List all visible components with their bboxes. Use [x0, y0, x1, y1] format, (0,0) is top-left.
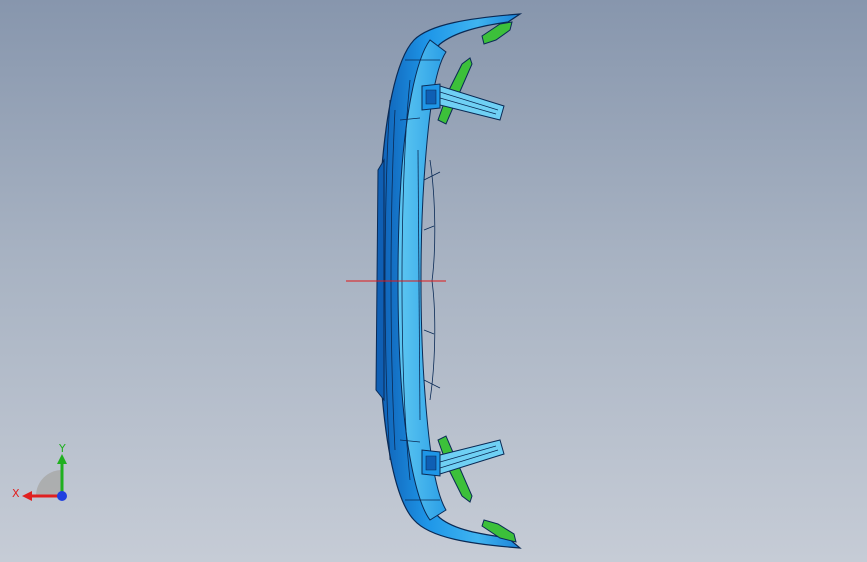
- x-axis-arrowhead: [22, 491, 32, 501]
- coordinate-triad-icon: Y X: [12, 442, 67, 501]
- bumper-lower-lip: [375, 158, 385, 402]
- graphics-viewport[interactable]: Y X: [0, 0, 867, 562]
- y-axis-label: Y: [58, 442, 66, 455]
- bumper-model[interactable]: [0, 0, 867, 562]
- triad-plane-quadrant: [36, 470, 62, 496]
- x-axis-label: X: [12, 487, 20, 500]
- top-mounting-bracket[interactable]: [421, 83, 505, 121]
- z-axis-dot: [57, 491, 67, 501]
- y-axis-arrowhead: [57, 454, 67, 464]
- bottom-mounting-bracket[interactable]: [421, 439, 505, 477]
